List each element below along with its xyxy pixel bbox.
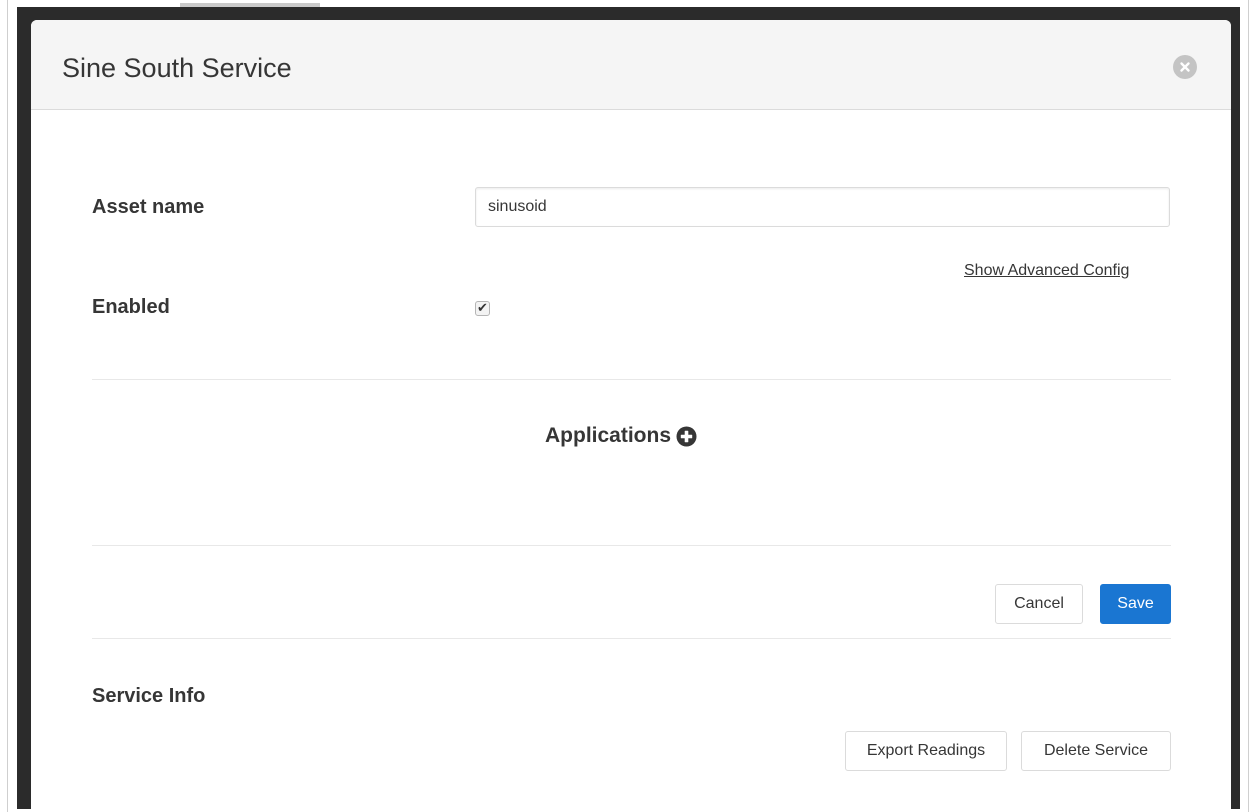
- close-button[interactable]: [1173, 55, 1197, 79]
- save-button[interactable]: Save: [1100, 584, 1171, 624]
- plus-circle-icon: [676, 426, 697, 446]
- enabled-label: Enabled: [92, 296, 170, 318]
- cancel-button[interactable]: Cancel: [995, 584, 1083, 624]
- asset-name-label: Asset name: [92, 196, 205, 218]
- modal-header: Sine South Service: [31, 20, 1231, 110]
- applications-label: Applications: [545, 424, 672, 447]
- window-edge-right: [1248, 0, 1249, 812]
- export-readings-button[interactable]: Export Readings: [845, 731, 1007, 771]
- section-divider: [92, 545, 1171, 546]
- checkmark-icon: ✔: [477, 300, 488, 315]
- add-application-button[interactable]: [676, 426, 697, 447]
- window-edge-left: [7, 0, 8, 812]
- show-advanced-config-link[interactable]: Show Advanced Config: [964, 262, 1129, 280]
- enabled-checkbox[interactable]: ✔: [475, 300, 490, 316]
- delete-service-button[interactable]: Delete Service: [1021, 731, 1171, 771]
- section-divider: [92, 638, 1171, 639]
- section-divider: [92, 379, 1171, 380]
- service-modal: Sine South Service Asset name Show Advan…: [31, 20, 1231, 809]
- modal-title: Sine South Service: [62, 53, 292, 83]
- applications-section: Applications: [545, 424, 697, 448]
- service-info-heading: Service Info: [92, 685, 206, 707]
- asset-name-input[interactable]: [475, 187, 1170, 227]
- background-text-fragment: [180, 3, 320, 7]
- close-icon: [1180, 62, 1190, 72]
